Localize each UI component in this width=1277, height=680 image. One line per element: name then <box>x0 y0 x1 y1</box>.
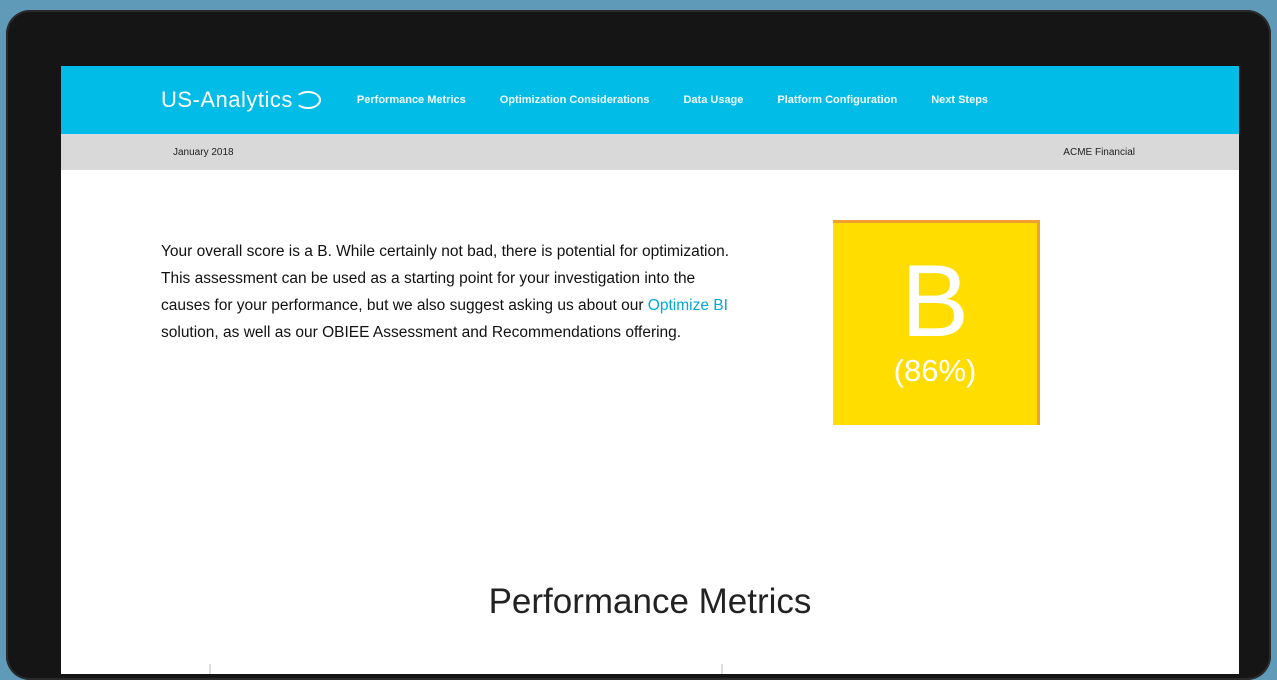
nav-link-data-usage[interactable]: Data Usage <box>683 94 743 106</box>
report-date: January 2018 <box>173 146 234 158</box>
metric-divider <box>721 664 723 674</box>
nav-links: Performance Metrics Optimization Conside… <box>357 94 1022 106</box>
grade-percent: (86%) <box>893 353 977 388</box>
main-content: Your overall score is a B. While certain… <box>61 170 1239 674</box>
screen: US-Analytics Performance Metrics Optimiz… <box>61 66 1239 674</box>
section-title: Performance Metrics <box>488 582 812 621</box>
laptop-frame: US-Analytics Performance Metrics Optimiz… <box>6 10 1271 680</box>
top-navigation: US-Analytics Performance Metrics Optimiz… <box>61 66 1239 134</box>
nav-link-next-steps[interactable]: Next Steps <box>931 94 988 106</box>
client-name: ACME Financial <box>1063 146 1135 158</box>
logo-text: US-Analytics <box>161 87 293 112</box>
nav-link-platform-configuration[interactable]: Platform Configuration <box>777 94 897 106</box>
logo-swoosh-icon <box>294 91 321 109</box>
nav-link-performance-metrics[interactable]: Performance Metrics <box>357 94 466 106</box>
optimize-bi-link[interactable]: Optimize BI <box>648 297 728 314</box>
nav-link-optimization-considerations[interactable]: Optimization Considerations <box>500 94 650 106</box>
grade-badge: B (86%) <box>833 220 1040 425</box>
summary-text-end: solution, as well as our OBIEE Assessmen… <box>161 323 682 341</box>
logo[interactable]: US-Analytics <box>161 87 321 113</box>
report-info-bar: January 2018 ACME Financial <box>61 134 1239 170</box>
grade-letter: B <box>900 244 970 358</box>
metric-divider <box>209 664 211 674</box>
summary-text-start: Your overall score is a B. While certain… <box>161 242 730 314</box>
score-summary: Your overall score is a B. While certain… <box>161 238 731 346</box>
